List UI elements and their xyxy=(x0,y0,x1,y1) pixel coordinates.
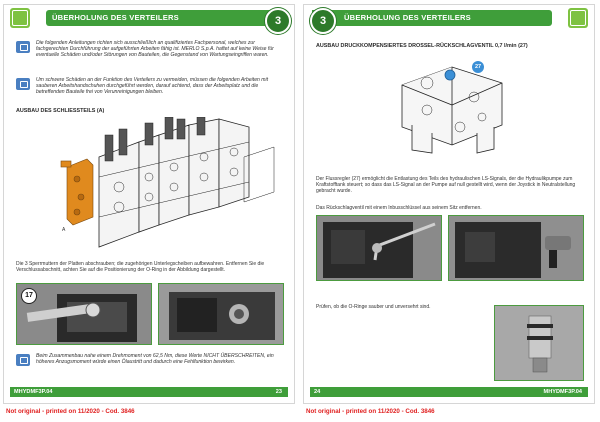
chapter-number-badge: 3 xyxy=(265,8,291,34)
chapter-header: ÜBERHOLUNG DES VERTEILERS xyxy=(312,10,552,26)
diagram-label-a: A xyxy=(62,227,66,233)
info-note-1: Die folgenden Anleitungen richten sich a… xyxy=(16,40,284,59)
book-icon xyxy=(16,354,30,366)
highlighted-closing-part xyxy=(60,158,94,226)
book-icon xyxy=(16,41,30,53)
page-number: 23 xyxy=(275,389,282,395)
merlo-logo xyxy=(10,8,30,28)
page-right: ÜBERHOLUNG DES VERTEILERS 3 AUSBAU DRUCK… xyxy=(303,4,595,404)
disclaimer-left: Not original - printed on 11/2020 - Cod.… xyxy=(6,408,135,415)
photo-valve-removed xyxy=(448,215,584,281)
page-footer: 24 MHYDMF3P.04 xyxy=(310,387,588,397)
highlighted-valve-27 xyxy=(444,69,456,81)
photo-orings xyxy=(494,305,584,381)
photo-allen-key xyxy=(316,215,442,281)
photo-valve-section xyxy=(158,283,284,345)
photo-illustration xyxy=(317,216,441,280)
body-text-2: Das Rückschlagventil mit einem Inbusschl… xyxy=(316,205,482,211)
valve-assembly-diagram xyxy=(60,117,275,248)
info-note-2: Um schwere Schäden an der Funktion des V… xyxy=(16,77,284,96)
page-left: ÜBERHOLUNG DES VERTEILERS 3 Die folgende… xyxy=(3,4,295,404)
body-text-1: Der Flussregler (27) ermöglicht die Entl… xyxy=(316,176,576,195)
photo-illustration xyxy=(159,284,283,344)
section-title: AUSBAU DRUCKKOMPENSIERTES DROSSEL-RÜCKSC… xyxy=(316,43,528,49)
merlo-logo xyxy=(568,8,588,28)
footer-code: MHYDMF3P.04 xyxy=(14,389,53,395)
callout-27: 27 xyxy=(472,61,484,73)
valve-body-diagram xyxy=(401,66,503,154)
section-title: AUSBAU DES SCHLIESSTEILS (A) xyxy=(16,108,105,114)
disclaimer-right: Not original - printed on 11/2020 - Cod.… xyxy=(306,408,435,415)
photo-illustration xyxy=(449,216,583,280)
photo-illustration xyxy=(495,306,583,380)
body-text-3: Prüfen, ob die O-Ringe sauber und unvers… xyxy=(316,304,431,310)
footer-code: MHYDMF3P.04 xyxy=(543,389,582,395)
body-text: Die 3 Sperrmuttern der Platten abschraub… xyxy=(16,261,265,274)
chapter-header: ÜBERHOLUNG DES VERTEILERS xyxy=(46,10,286,26)
page-number: 24 xyxy=(314,389,321,395)
photo-illustration xyxy=(17,284,151,344)
book-icon xyxy=(16,78,30,90)
step-number-badge: 17 xyxy=(21,288,37,304)
chapter-number-badge: 3 xyxy=(310,8,336,34)
page-footer: MHYDMF3P.04 23 xyxy=(10,387,288,397)
warning-note: Beim Zusammenbau nahe einem Drehmoment v… xyxy=(16,353,284,366)
photo-wrench-nut: 17 xyxy=(16,283,152,345)
